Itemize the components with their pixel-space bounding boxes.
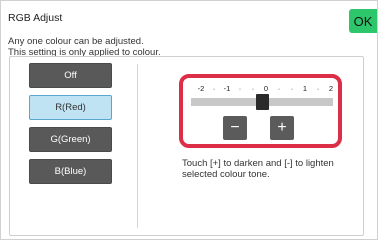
plus-button[interactable]: +	[270, 116, 294, 140]
panel-divider	[137, 64, 138, 228]
ok-button[interactable]: OK	[349, 9, 377, 33]
scale-dot: ·	[212, 84, 216, 93]
dialog-title: RGB Adjust	[8, 12, 63, 24]
scale-dot: ·	[290, 84, 294, 93]
dialog-description: Any one colour can be adjusted. This set…	[8, 36, 161, 58]
color-option-blue[interactable]: B(Blue)	[29, 159, 112, 184]
scale-label: -1	[223, 84, 231, 93]
color-option-green[interactable]: G(Green)	[29, 127, 112, 152]
tone-scale: -2 · -1 · · 0 · · 1 · 2	[197, 84, 333, 94]
hint-line-2: selected colour tone.	[182, 169, 270, 180]
hint-text: Touch [+] to darken and [-] to lighten s…	[182, 158, 357, 180]
tone-slider-handle[interactable]	[255, 94, 269, 110]
scale-dot: ·	[251, 84, 255, 93]
tone-adjuster: -2 · -1 · · 0 · · 1 · 2 − +	[179, 74, 342, 148]
scale-label: -2	[197, 84, 205, 93]
hint-line-1: Touch [+] to darken and [-] to lighten	[182, 158, 334, 169]
scale-label: 1	[302, 84, 308, 93]
scale-dot: ·	[238, 84, 242, 93]
scale-dot: ·	[277, 84, 281, 93]
scale-label: 2	[328, 84, 334, 93]
color-option-red[interactable]: R(Red)	[29, 95, 112, 120]
description-line-1: Any one colour can be adjusted.	[8, 36, 144, 47]
minus-button[interactable]: −	[223, 116, 247, 140]
scale-label: 0	[263, 84, 269, 93]
color-option-off[interactable]: Off	[29, 63, 112, 88]
scale-dot: ·	[316, 84, 320, 93]
